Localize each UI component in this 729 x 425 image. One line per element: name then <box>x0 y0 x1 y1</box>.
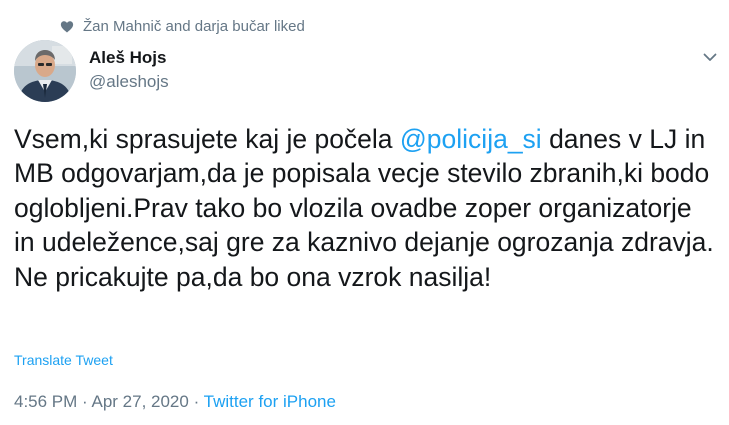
separator-dot: · <box>188 392 204 411</box>
separator-dot: · <box>77 392 92 411</box>
chevron-down-icon[interactable] <box>701 48 719 66</box>
author-handle[interactable]: @aleshojs <box>89 71 169 93</box>
author-display-name[interactable]: Aleš Hojs <box>89 47 169 68</box>
translate-tweet-link[interactable]: Translate Tweet <box>14 352 113 368</box>
tweet-text-part: Vsem,ki sprasujete kaj je počela <box>14 124 400 154</box>
tweet-time[interactable]: 4:56 PM <box>14 392 77 411</box>
tweet-header: Aleš Hojs @aleshojs <box>14 40 729 104</box>
heart-icon <box>60 20 74 33</box>
tweet-metadata: 4:56 PM · Apr 27, 2020 · Twitter for iPh… <box>14 392 336 412</box>
social-context[interactable]: Žan Mahnič and darja bučar liked <box>60 18 305 35</box>
author-names[interactable]: Aleš Hojs @aleshojs <box>89 47 169 93</box>
tweet-text: Vsem,ki sprasujete kaj je počela @polici… <box>14 122 719 294</box>
social-context-text: Žan Mahnič and darja bučar liked <box>83 18 305 35</box>
tweet-date[interactable]: Apr 27, 2020 <box>91 392 188 411</box>
avatar[interactable] <box>14 40 76 102</box>
tweet-source-link[interactable]: Twitter for iPhone <box>204 392 336 411</box>
mention-link[interactable]: @policija_si <box>400 124 542 154</box>
